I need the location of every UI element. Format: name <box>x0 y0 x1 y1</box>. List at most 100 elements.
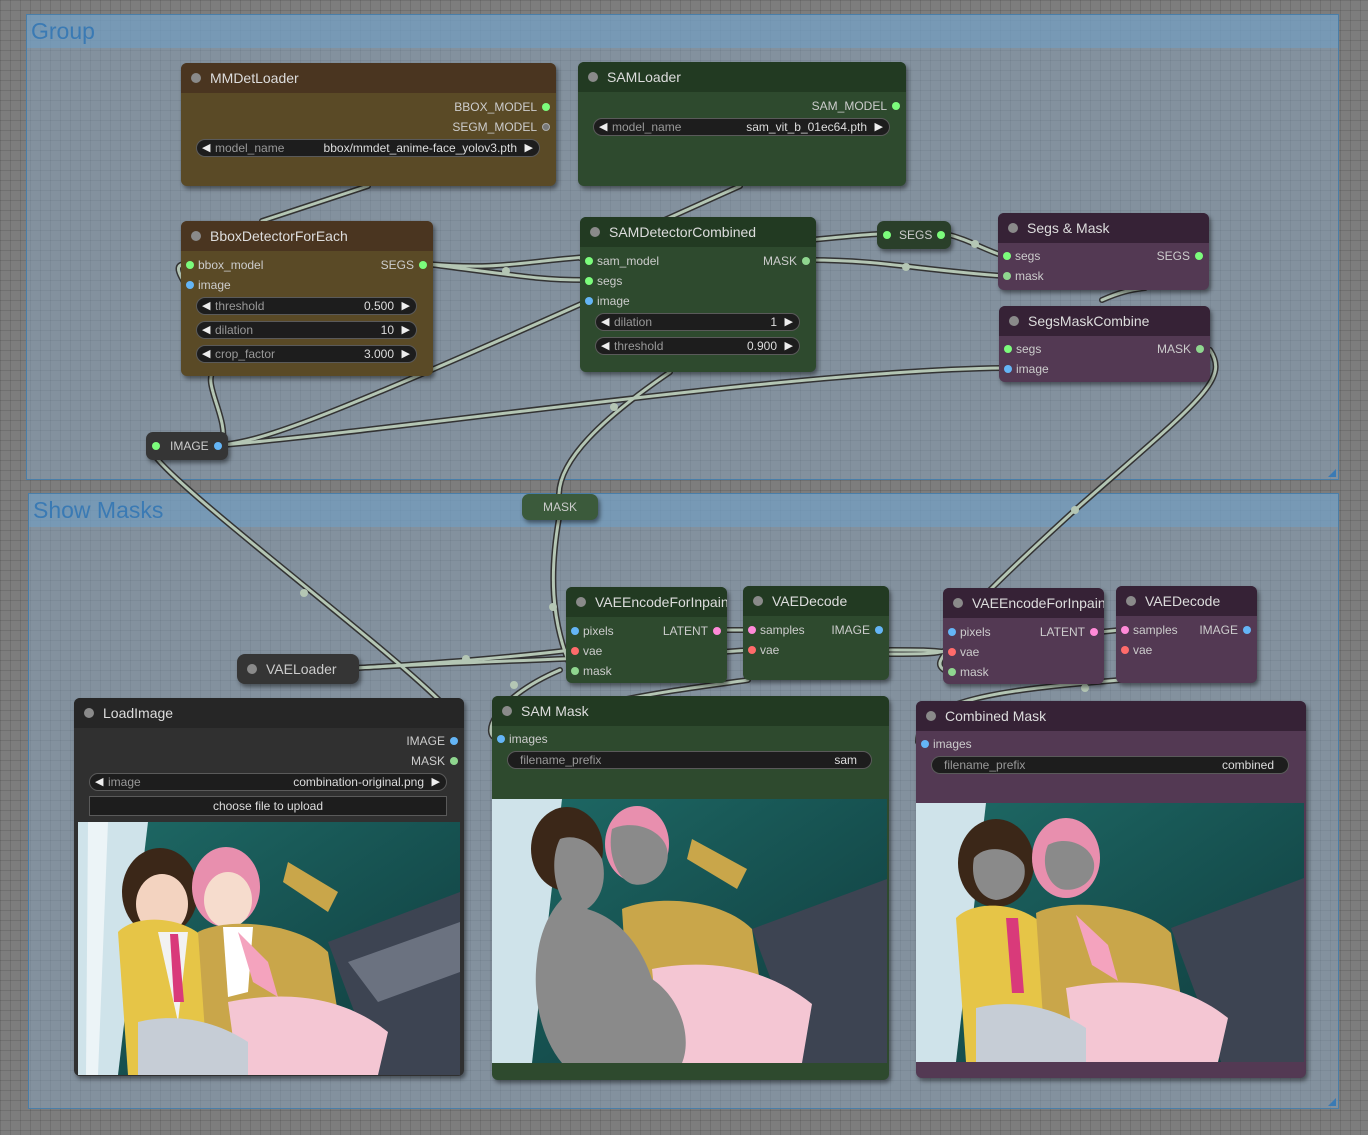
combined-mask-node[interactable]: Combined Mask images filename_prefix com… <box>916 701 1306 1078</box>
input-dot-icon[interactable] <box>497 734 505 743</box>
segs-input[interactable]: segs <box>585 274 622 288</box>
input-dot-icon[interactable] <box>585 296 593 305</box>
dilation-slider[interactable]: ◀ dilation 1 ▶ <box>595 313 800 331</box>
filename-prefix-input[interactable]: filename_prefix sam <box>507 751 872 769</box>
image-output[interactable]: IMAGE <box>1199 623 1251 637</box>
vae-input[interactable]: vae <box>948 645 979 659</box>
mask-reroute-node[interactable]: MASK <box>522 494 598 520</box>
load-image-node[interactable]: LoadImage IMAGE MASK ◀ image combination… <box>74 698 464 1076</box>
input-dot-icon[interactable] <box>571 666 579 675</box>
segs-output[interactable]: SEGS <box>1157 249 1203 263</box>
mask-output[interactable]: MASK <box>411 754 458 768</box>
input-dot-icon[interactable] <box>186 260 194 269</box>
vae-input[interactable]: vae <box>1121 643 1152 657</box>
sam-detector-node[interactable]: SAMDetectorCombined sam_model segs image… <box>580 217 816 372</box>
bbox-model-input[interactable]: bbox_model <box>186 258 263 272</box>
output-dot-icon[interactable] <box>1090 627 1098 636</box>
output-dot-icon[interactable] <box>713 626 721 635</box>
output-dot-icon[interactable] <box>802 256 810 265</box>
input-dot-icon[interactable] <box>571 646 579 655</box>
image-reroute-node[interactable]: IMAGE <box>146 432 228 460</box>
arrow-right-icon[interactable]: ▶ <box>402 322 410 338</box>
mask-output[interactable]: MASK <box>1157 342 1204 356</box>
image-input[interactable]: image <box>1004 362 1049 376</box>
input-dot-icon[interactable] <box>921 739 929 748</box>
input-dot-icon[interactable] <box>1003 251 1011 260</box>
segs-and-mask-node[interactable]: Segs & Mask segs mask SEGS <box>998 213 1209 290</box>
input-dot-icon[interactable] <box>948 627 956 636</box>
input-dot-icon[interactable] <box>152 442 160 450</box>
model-name-combo[interactable]: ◀ model_name sam_vit_b_01ec64.pth ▶ <box>593 118 890 136</box>
arrow-right-icon[interactable]: ▶ <box>525 140 533 156</box>
mask-output[interactable]: MASK <box>763 254 810 268</box>
collapse-dot-icon[interactable] <box>576 597 586 607</box>
collapse-dot-icon[interactable] <box>191 231 201 241</box>
arrow-left-icon[interactable]: ◀ <box>202 322 210 338</box>
arrow-left-icon[interactable]: ◀ <box>601 338 609 354</box>
output-dot-icon[interactable] <box>542 102 550 111</box>
input-dot-icon[interactable] <box>948 647 956 656</box>
samples-input[interactable]: samples <box>748 623 805 637</box>
sam-model-input[interactable]: sam_model <box>585 254 659 268</box>
dilation-slider[interactable]: ◀ dilation 10 ▶ <box>196 321 417 339</box>
images-input[interactable]: images <box>921 737 972 751</box>
vae-input[interactable]: vae <box>571 644 602 658</box>
output-dot-icon[interactable] <box>1195 251 1203 260</box>
segs-mask-combine-node[interactable]: SegsMaskCombine segs image MASK <box>999 306 1210 382</box>
sam-loader-node[interactable]: SAMLoader SAM_MODEL ◀ model_name sam_vit… <box>578 62 906 186</box>
output-dot-icon[interactable] <box>419 260 427 269</box>
input-dot-icon[interactable] <box>1004 344 1012 353</box>
input-dot-icon[interactable] <box>1121 625 1129 634</box>
output-dot-icon[interactable] <box>937 231 945 239</box>
collapse-dot-icon[interactable] <box>953 598 963 608</box>
filename-prefix-input[interactable]: filename_prefix combined <box>931 756 1289 774</box>
arrow-right-icon[interactable]: ▶ <box>785 338 793 354</box>
pixels-input[interactable]: pixels <box>571 624 614 638</box>
collapse-dot-icon[interactable] <box>1126 596 1136 606</box>
input-dot-icon[interactable] <box>1004 364 1012 373</box>
collapse-dot-icon[interactable] <box>191 73 201 83</box>
arrow-left-icon[interactable]: ◀ <box>202 140 210 156</box>
arrow-left-icon[interactable]: ◀ <box>202 298 210 314</box>
image-output[interactable]: IMAGE <box>831 623 883 637</box>
input-dot-icon[interactable] <box>585 276 593 285</box>
sam-mask-node[interactable]: SAM Mask images filename_prefix sam <box>492 696 889 1080</box>
threshold-slider[interactable]: ◀ threshold 0.500 ▶ <box>196 297 417 315</box>
sam-model-output[interactable]: SAM_MODEL <box>812 99 900 113</box>
collapse-dot-icon[interactable] <box>247 664 257 674</box>
arrow-left-icon[interactable]: ◀ <box>599 119 607 135</box>
latent-output[interactable]: LATENT <box>1040 625 1098 639</box>
segm-model-output[interactable]: SEGM_MODEL <box>452 120 550 134</box>
bbox-model-output[interactable]: BBOX_MODEL <box>454 100 550 114</box>
collapse-dot-icon[interactable] <box>926 711 936 721</box>
output-dot-icon[interactable] <box>1196 344 1204 353</box>
arrow-right-icon[interactable]: ▶ <box>402 346 410 362</box>
image-input[interactable]: image <box>585 294 630 308</box>
collapse-dot-icon[interactable] <box>590 227 600 237</box>
image-output[interactable]: IMAGE <box>406 734 458 748</box>
input-dot-icon[interactable] <box>883 231 891 239</box>
collapse-dot-icon[interactable] <box>1008 223 1018 233</box>
bbox-detector-node[interactable]: BboxDetectorForEach bbox_model image SEG… <box>181 221 433 376</box>
image-combo[interactable]: ◀ image combination-original.png ▶ <box>89 773 447 791</box>
segs-input[interactable]: segs <box>1003 249 1040 263</box>
input-dot-icon[interactable] <box>186 280 194 289</box>
input-dot-icon[interactable] <box>748 645 756 654</box>
input-dot-icon[interactable] <box>748 625 756 634</box>
collapse-dot-icon[interactable] <box>588 72 598 82</box>
pixels-input[interactable]: pixels <box>948 625 991 639</box>
threshold-slider[interactable]: ◀ threshold 0.900 ▶ <box>595 337 800 355</box>
output-dot-icon[interactable] <box>450 756 458 765</box>
upload-button[interactable]: choose file to upload <box>89 796 447 816</box>
mask-input[interactable]: mask <box>948 665 989 679</box>
samples-input[interactable]: samples <box>1121 623 1178 637</box>
arrow-left-icon[interactable]: ◀ <box>601 314 609 330</box>
output-dot-icon[interactable] <box>450 736 458 745</box>
input-dot-icon[interactable] <box>585 256 593 265</box>
segs-output[interactable]: SEGS <box>381 258 427 272</box>
mask-input[interactable]: mask <box>1003 269 1044 283</box>
segs-reroute-node[interactable]: SEGS <box>877 221 951 249</box>
images-input[interactable]: images <box>497 732 548 746</box>
segs-input[interactable]: segs <box>1004 342 1041 356</box>
input-dot-icon[interactable] <box>1003 271 1011 280</box>
